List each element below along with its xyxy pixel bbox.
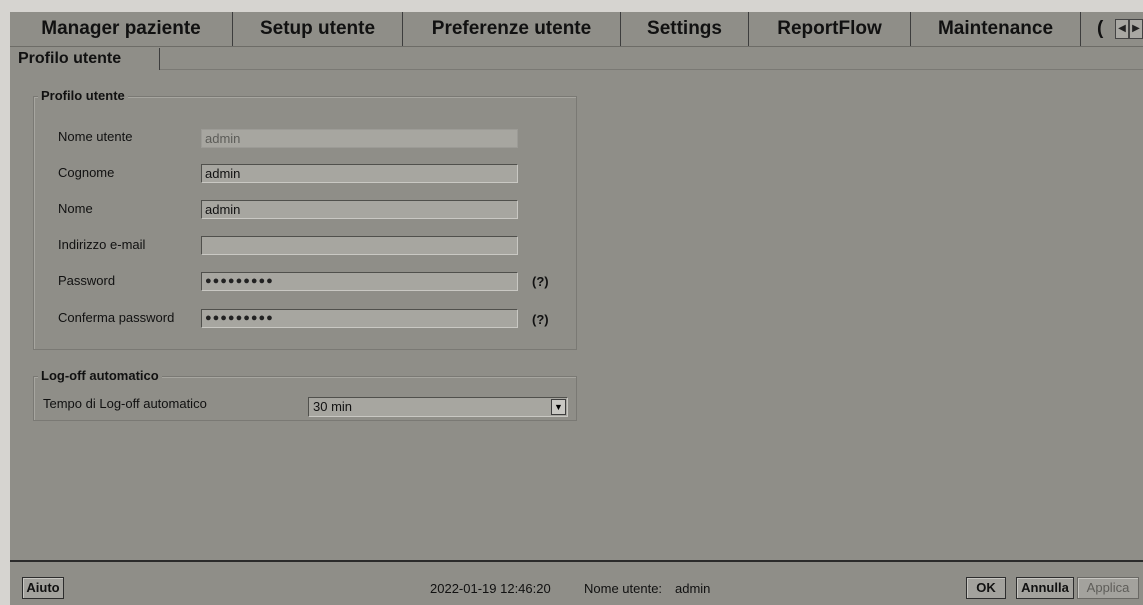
application-window: Manager paziente Setup utente Preferenze… — [10, 12, 1143, 605]
password-help-link[interactable]: (?) — [532, 274, 549, 289]
ok-button[interactable]: OK — [966, 577, 1006, 599]
auto-logoff-legend: Log-off automatico — [38, 368, 162, 383]
profile-group-legend: Profilo utente — [38, 88, 128, 103]
name-label: Nome — [58, 201, 93, 216]
tab-overflow-partial[interactable]: ( — [1081, 12, 1111, 46]
profile-group: Profilo utente Nome utente admin Cognome… — [33, 88, 577, 350]
tab-scroll-right-icon[interactable]: ▶ — [1129, 19, 1143, 39]
auto-logoff-group: Log-off automatico Tempo di Log-off auto… — [33, 368, 577, 421]
username-label: Nome utente — [58, 129, 133, 144]
main-tab-bar: Manager paziente Setup utente Preferenze… — [10, 12, 1143, 46]
cancel-button[interactable]: Annulla — [1016, 577, 1074, 599]
tab-scroll-left-icon[interactable]: ◀ — [1115, 19, 1129, 39]
auto-logoff-time-value: 30 min — [313, 399, 353, 414]
auto-logoff-time-select[interactable]: 30 min ▼ — [308, 397, 568, 417]
tab-settings[interactable]: Settings — [621, 12, 749, 46]
username-field: admin — [201, 129, 518, 148]
name-field[interactable]: admin — [201, 200, 518, 219]
chevron-down-icon[interactable]: ▼ — [551, 399, 566, 415]
auto-logoff-time-label: Tempo di Log-off automatico — [43, 396, 207, 411]
password-field[interactable]: ●●●●●●●●● — [201, 272, 518, 291]
tab-manager-paziente[interactable]: Manager paziente — [10, 12, 233, 46]
confirm-password-help-link[interactable]: (?) — [532, 312, 549, 327]
help-button[interactable]: Aiuto — [22, 577, 64, 599]
confirm-password-label: Conferma password — [58, 310, 175, 325]
surname-field[interactable]: admin — [201, 164, 518, 183]
apply-button[interactable]: Applica — [1077, 577, 1139, 599]
password-label: Password — [58, 273, 116, 288]
email-field[interactable] — [201, 236, 518, 255]
surname-label: Cognome — [58, 165, 115, 180]
tab-maintenance[interactable]: Maintenance — [911, 12, 1081, 46]
tab-setup-utente[interactable]: Setup utente — [233, 12, 403, 46]
subtab-profilo-utente[interactable]: Profilo utente — [10, 48, 160, 70]
tab-preferenze-utente[interactable]: Preferenze utente — [403, 12, 621, 46]
tab-divider — [10, 46, 1143, 47]
tab-reportflow[interactable]: ReportFlow — [749, 12, 911, 46]
current-user-value: admin — [675, 581, 711, 596]
email-label: Indirizzo e-mail — [58, 237, 146, 252]
confirm-password-field[interactable]: ●●●●●●●●● — [201, 309, 518, 328]
current-user-label: Nome utente: — [584, 581, 663, 596]
datetime-display: 2022-01-19 12:46:20 — [430, 581, 551, 596]
subtab-divider — [160, 69, 1143, 70]
